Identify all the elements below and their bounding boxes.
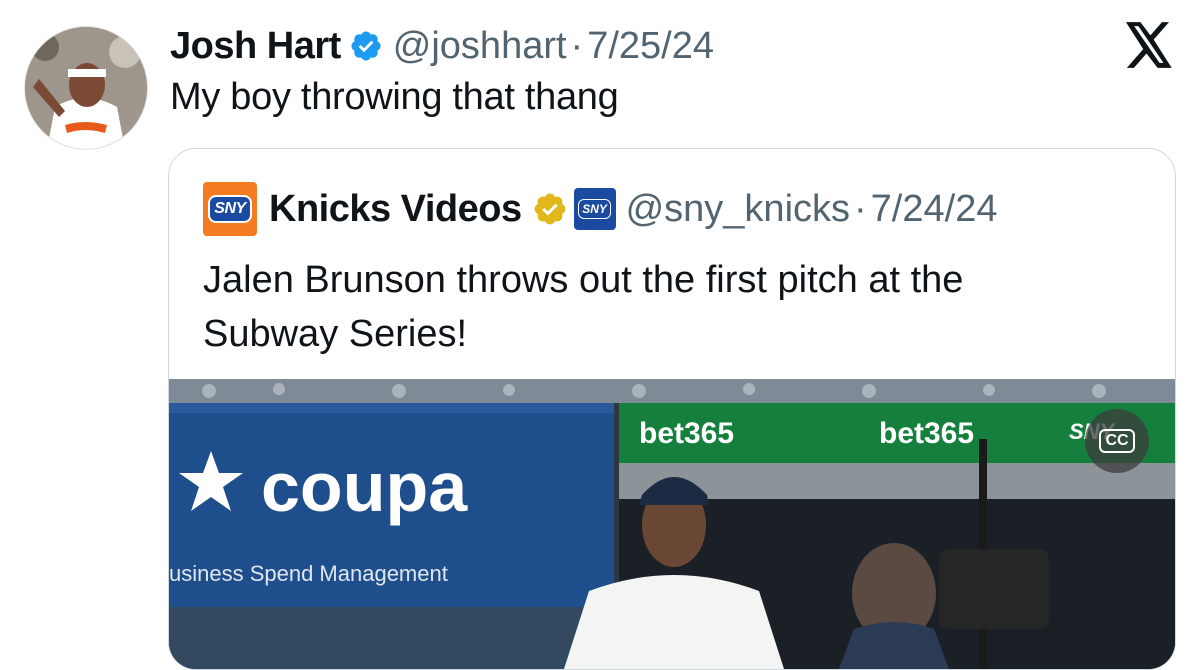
tweet-text: My boy throwing that thang	[170, 76, 619, 118]
bet365-ad: bet365	[639, 417, 734, 450]
quoted-text-line: Subway Series!	[203, 313, 468, 355]
sny-logo[interactable]: SNY	[203, 182, 257, 236]
separator-dot: ·	[854, 187, 867, 230]
verified-badge-icon	[351, 31, 381, 61]
avatar[interactable]	[24, 26, 148, 150]
tweet-date[interactable]: 7/25/24	[587, 25, 714, 68]
coupa-tagline: usiness Spend Management	[169, 561, 448, 586]
quoted-tweet-card[interactable]: SNY Knicks Videos SNY @sny_knicks · 7/24…	[168, 148, 1176, 670]
quoted-tweet-header: SNY Knicks Videos SNY @sny_knicks · 7/24…	[203, 182, 998, 236]
x-logo-icon[interactable]	[1124, 22, 1174, 68]
bet365-ad: bet365	[879, 417, 974, 450]
quoted-tweet-text: Jalen Brunson throws out the first pitch…	[203, 253, 1103, 361]
sny-affiliate-icon[interactable]: SNY	[573, 188, 616, 230]
tweet-header: Josh Hart @joshhart · 7/25/24	[170, 22, 714, 70]
quoted-tweet-date[interactable]: 7/24/24	[871, 188, 998, 231]
video-player[interactable]: coupa usiness Spend Management bet365 be…	[169, 379, 1175, 669]
coupa-wordmark: coupa	[261, 448, 468, 526]
quoted-author-handle[interactable]: @sny_knicks	[626, 188, 850, 231]
separator-dot: ·	[570, 24, 584, 67]
tv-camera	[939, 549, 1049, 629]
closed-captions-button[interactable]: CC	[1085, 409, 1149, 473]
closed-captions-icon: CC	[1099, 429, 1135, 453]
video-frame: coupa usiness Spend Management bet365 be…	[169, 379, 1175, 669]
author-handle[interactable]: @joshhart	[393, 25, 567, 68]
author-name[interactable]: Josh Hart	[170, 25, 341, 68]
player-jersey	[564, 575, 784, 669]
gold-verified-badge-icon	[534, 193, 565, 225]
quoted-author-name[interactable]: Knicks Videos	[269, 188, 522, 231]
quoted-text-line: Jalen Brunson throws out the first pitch…	[203, 259, 964, 301]
